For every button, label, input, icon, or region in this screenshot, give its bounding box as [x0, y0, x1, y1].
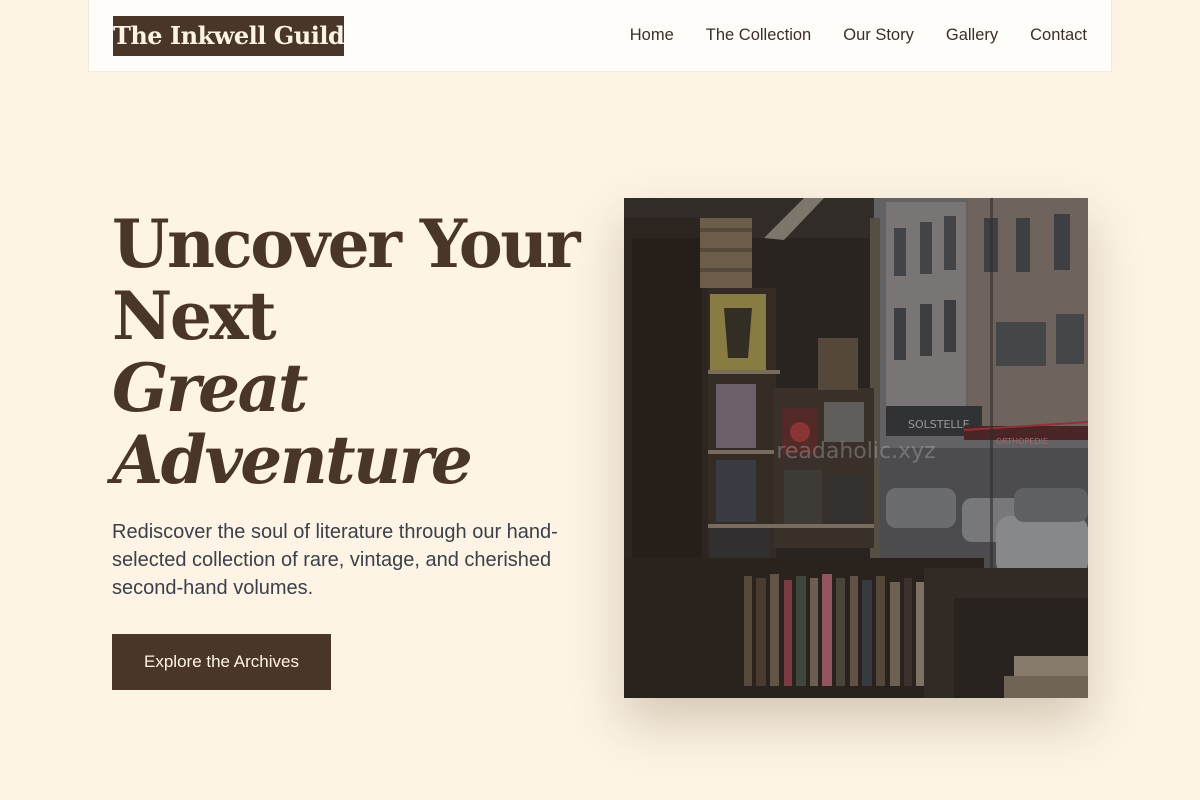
nav-contact[interactable]: Contact	[1030, 22, 1087, 48]
explore-archives-button[interactable]: Explore the Archives	[112, 634, 331, 690]
nav-gallery[interactable]: Gallery	[946, 22, 998, 48]
site-header: The Inkwell Guild Home The Collection Ou…	[88, 0, 1112, 72]
main-nav: Home The Collection Our Story Gallery Co…	[630, 22, 1087, 48]
nav-our-story[interactable]: Our Story	[843, 22, 914, 48]
site-logo[interactable]: The Inkwell Guild	[113, 16, 345, 56]
hero-title-line-1: Uncover Your	[112, 205, 581, 283]
hero-title-line-2: Next	[112, 277, 277, 355]
bookshop-photo: SOLSTELLE ORTHOPEDIE readaholic.xyz	[624, 198, 1088, 698]
nav-the-collection[interactable]: The Collection	[706, 22, 811, 48]
hero-title-line-3: Great	[112, 349, 308, 427]
nav-home[interactable]: Home	[630, 22, 674, 48]
hero-subtitle: Rediscover the soul of literature throug…	[112, 521, 558, 599]
hero-title-line-4: Adventure	[112, 421, 473, 499]
hero-title: Uncover Your Next Great Adventure	[112, 208, 592, 496]
